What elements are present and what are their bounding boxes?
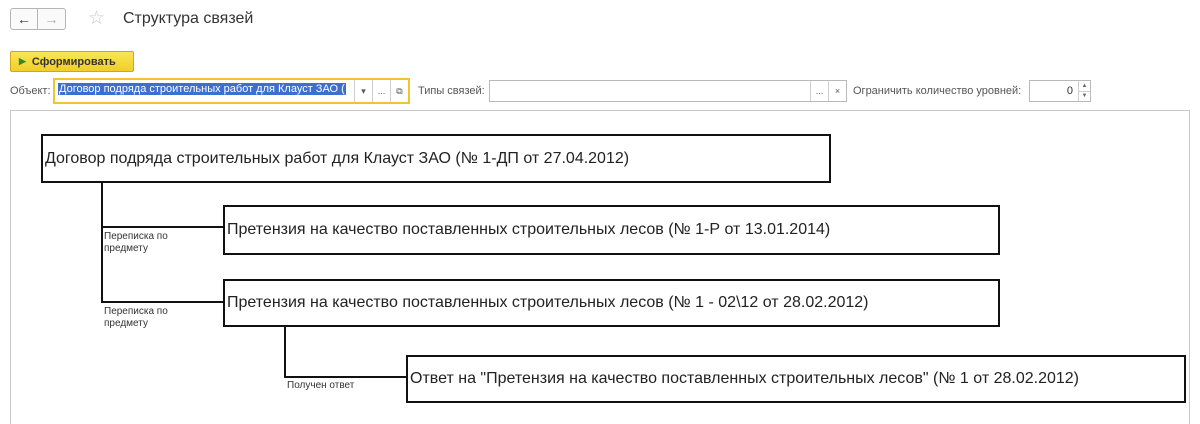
levels-label: Ограничить количество уровней: xyxy=(853,85,1022,97)
link-types-label: Типы связей: xyxy=(418,85,485,97)
diagram-node-answer[interactable]: Ответ на "Претензия на качество поставле… xyxy=(406,355,1186,403)
history-nav: ← → xyxy=(10,8,66,30)
link-types-value[interactable] xyxy=(490,81,810,101)
spin-up-icon[interactable]: ▲ xyxy=(1079,81,1090,91)
open-icon[interactable]: ⧉ xyxy=(390,80,408,102)
edge-label: Получен ответ xyxy=(287,380,355,391)
edge-label: Переписка по предмету xyxy=(104,306,168,329)
diagram-node-claim-1[interactable]: Претензия на качество поставленных строи… xyxy=(223,205,1000,255)
generate-button-label: Сформировать xyxy=(31,55,116,68)
generate-button[interactable]: ▶ Сформировать xyxy=(10,51,134,72)
clear-icon[interactable]: × xyxy=(828,81,846,101)
levels-stepper[interactable]: 0 ▲ ▼ xyxy=(1029,80,1091,102)
object-field[interactable]: Договор подряда строительных работ для К… xyxy=(53,78,410,104)
page-title: Структура связей xyxy=(123,10,254,27)
levels-value[interactable]: 0 xyxy=(1030,81,1078,101)
window: ← → ☆ Структура связей ▶ Сформировать Об… xyxy=(0,0,1200,424)
link-types-field[interactable]: ... × xyxy=(489,80,847,102)
spin-buttons[interactable]: ▲ ▼ xyxy=(1078,81,1090,101)
object-field-value[interactable]: Договор подряда строительных работ для К… xyxy=(55,80,354,102)
back-arrow-icon[interactable]: ← xyxy=(10,8,38,30)
link-structure-diagram: Договор подряда строительных работ для К… xyxy=(10,110,1190,424)
choose-ellipsis-icon[interactable]: ... xyxy=(810,81,828,101)
diagram-node-contract[interactable]: Договор подряда строительных работ для К… xyxy=(41,134,831,183)
spin-down-icon[interactable]: ▼ xyxy=(1079,90,1090,102)
forward-arrow-icon[interactable]: → xyxy=(38,8,66,30)
edge-label: Переписка по предмету xyxy=(104,231,168,254)
object-label: Объект: xyxy=(10,85,51,97)
choose-ellipsis-icon[interactable]: ... xyxy=(372,80,390,102)
diagram-node-claim-2[interactable]: Претензия на качество поставленных строи… xyxy=(223,279,1000,327)
dropdown-icon[interactable]: ▾ xyxy=(354,80,372,102)
favorite-star-icon[interactable]: ☆ xyxy=(88,9,105,28)
play-icon: ▶ xyxy=(19,56,26,66)
